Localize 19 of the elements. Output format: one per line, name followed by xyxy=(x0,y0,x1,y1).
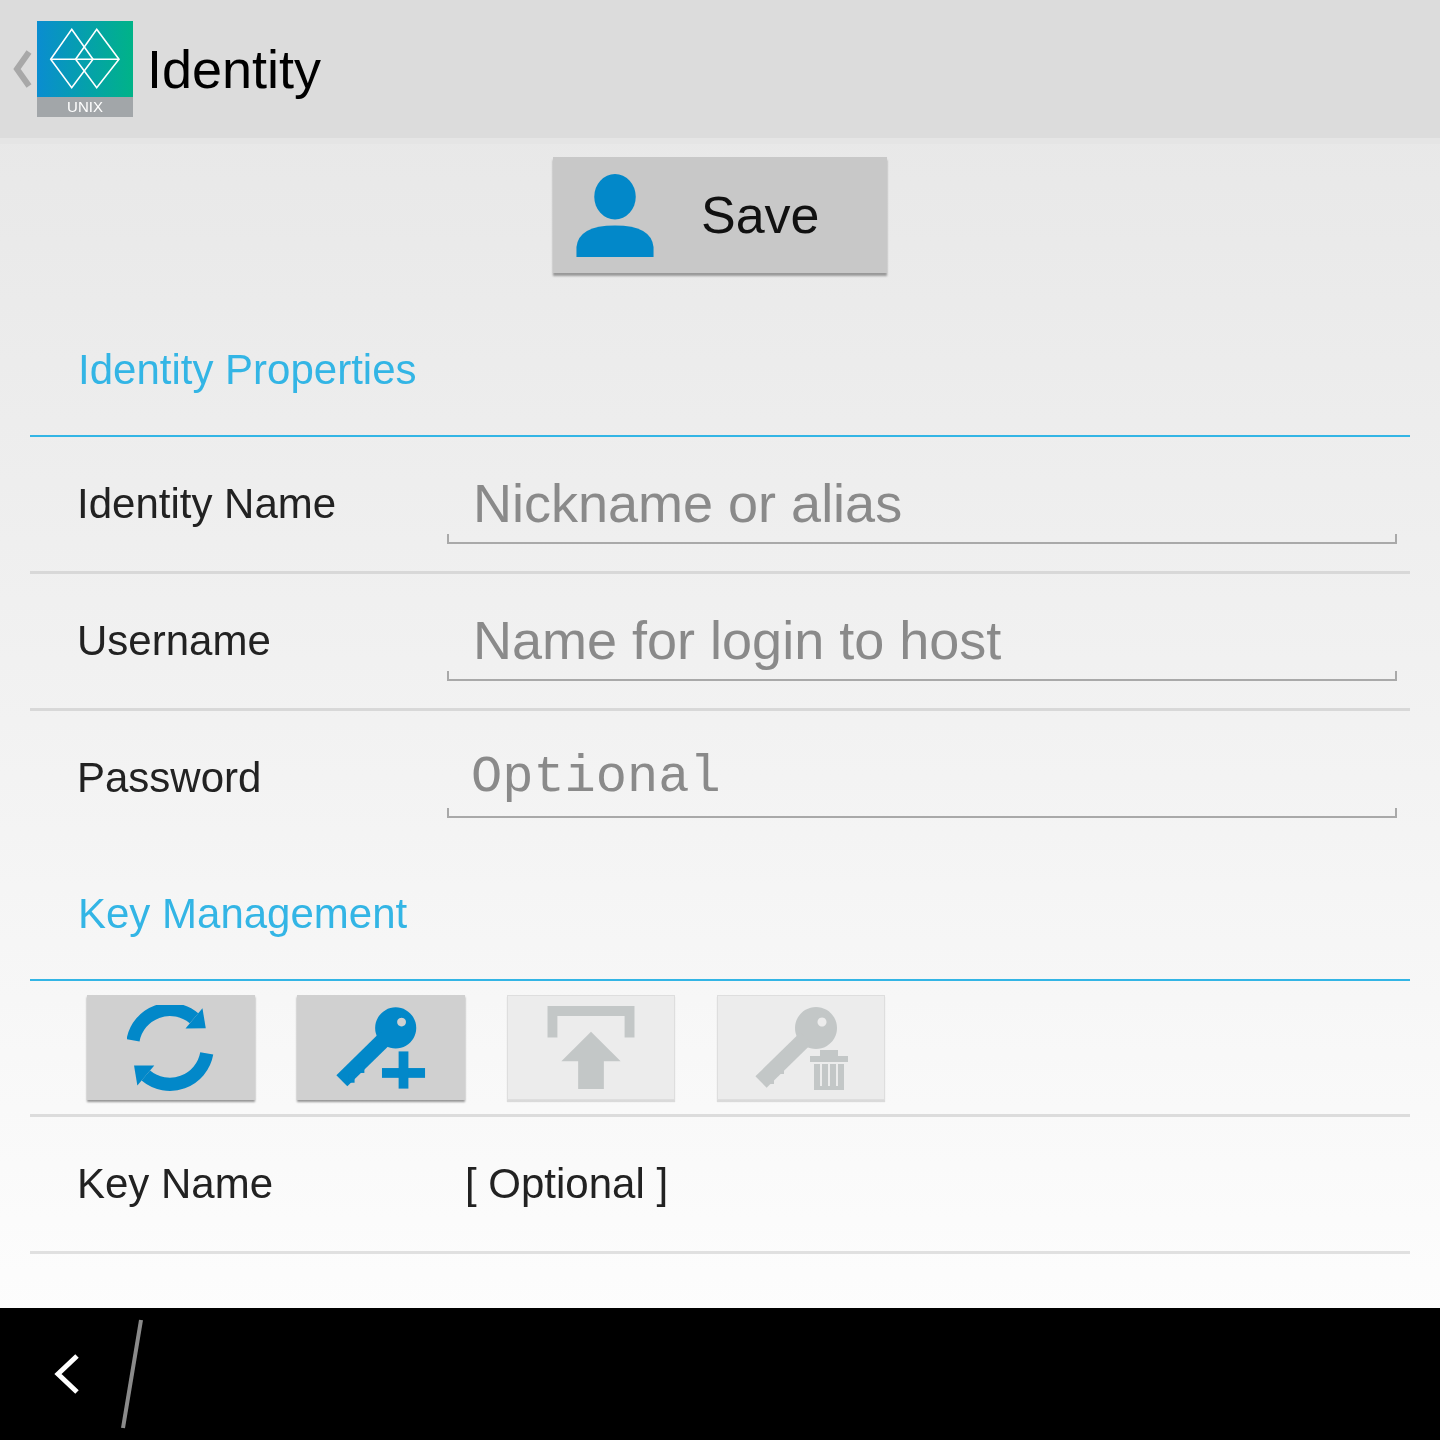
key-trash-icon xyxy=(754,1005,848,1090)
field-label: Identity Name xyxy=(77,479,337,529)
key-plus-icon xyxy=(335,1006,427,1089)
field-label: Username xyxy=(77,616,271,666)
person-icon xyxy=(576,173,654,257)
upload-icon xyxy=(547,1006,635,1089)
screen-title: Identity xyxy=(147,38,322,101)
section-header: Key Management xyxy=(78,890,408,938)
key-name-value[interactable]: [ Optional ] xyxy=(465,1159,669,1209)
logo-caption: UNIX xyxy=(37,97,133,117)
refresh-icon xyxy=(127,1004,215,1091)
logo-icon xyxy=(37,21,133,97)
section-header: Identity Properties xyxy=(78,346,417,394)
field-label: Key Name xyxy=(77,1159,274,1209)
add-key-button[interactable] xyxy=(297,995,465,1100)
field-label: Password xyxy=(77,753,262,803)
slanted-line-icon xyxy=(120,1318,144,1430)
save-button[interactable]: Save xyxy=(553,157,887,273)
refresh-button[interactable] xyxy=(87,995,255,1100)
